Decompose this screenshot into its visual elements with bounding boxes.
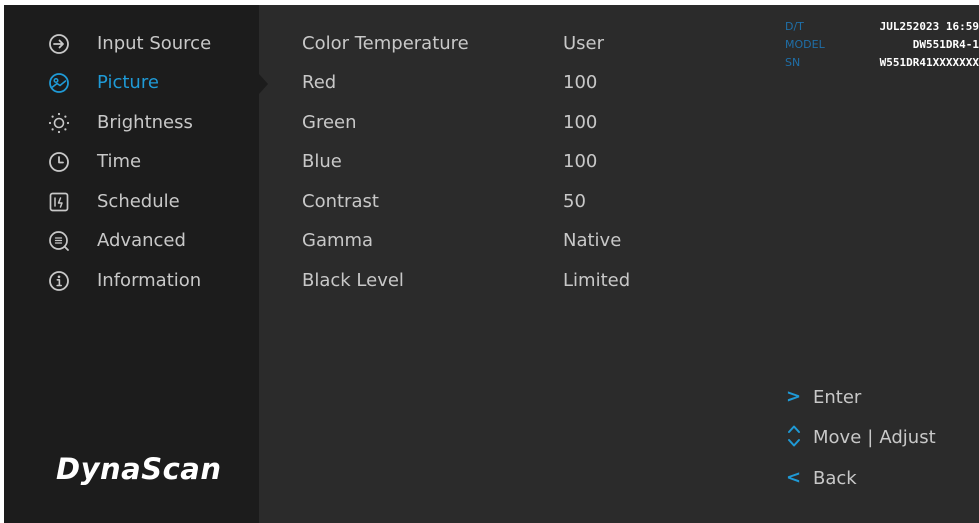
sidebar-item-information[interactable]: Information <box>4 263 259 299</box>
setting-label: Contrast <box>302 191 379 212</box>
setting-value: 100 <box>563 72 598 93</box>
setting-label: Green <box>302 112 357 133</box>
schedule-icon <box>48 191 70 213</box>
picture-icon <box>48 72 70 94</box>
device-info-panel: D/T JUL252023 16:59 MODEL DW551DR4-1 SN … <box>785 19 979 73</box>
sidebar-item-input-source[interactable]: Input Source <box>4 26 259 62</box>
clock-icon <box>48 151 70 173</box>
sidebar-item-label: Brightness <box>97 112 193 133</box>
setting-row-green[interactable]: Green 100 <box>259 105 759 141</box>
sidebar-item-schedule[interactable]: Schedule <box>4 184 259 220</box>
adjust-label: Adjust <box>879 427 936 448</box>
brightness-icon <box>48 112 70 134</box>
setting-row-color-temperature[interactable]: Color Temperature User <box>259 26 759 62</box>
info-row-model: MODEL DW551DR4-1 <box>785 37 979 55</box>
setting-value: Native <box>563 230 622 251</box>
move-adjust-label: Move | Adjust <box>813 426 936 450</box>
setting-row-gamma[interactable]: Gamma Native <box>259 223 759 259</box>
sidebar-item-label: Picture <box>97 72 159 93</box>
setting-label: Black Level <box>302 270 404 291</box>
setting-row-red[interactable]: Red 100 <box>259 65 759 101</box>
serial-label: SN <box>785 56 801 69</box>
setting-value: Limited <box>563 270 631 291</box>
up-down-arrows-icon <box>786 423 802 447</box>
setting-label: Red <box>302 72 337 93</box>
sidebar-item-label: Information <box>97 270 202 291</box>
setting-label: Gamma <box>302 230 374 251</box>
model-label: MODEL <box>785 38 825 51</box>
back-label: Back <box>813 468 857 489</box>
brand-logo: DynaScan <box>56 452 222 486</box>
setting-value: 50 <box>563 191 586 212</box>
info-row-datetime: D/T JUL252023 16:59 <box>785 19 979 37</box>
osd-menu: Input Source Picture Brightness Time Sch… <box>4 5 979 523</box>
sidebar-item-time[interactable]: Time <box>4 144 259 180</box>
serial-value: W551DR41XXXXXXX <box>879 56 979 69</box>
chevron-right-icon: > <box>786 386 802 407</box>
setting-label: Blue <box>302 151 342 172</box>
setting-value: 100 <box>563 112 598 133</box>
input-source-icon <box>48 33 70 55</box>
setting-row-contrast[interactable]: Contrast 50 <box>259 184 759 220</box>
setting-row-black-level[interactable]: Black Level Limited <box>259 263 759 299</box>
datetime-label: D/T <box>785 20 804 33</box>
setting-value: User <box>563 33 605 54</box>
separator: | <box>867 427 874 448</box>
sidebar-item-picture[interactable]: Picture <box>4 65 259 101</box>
info-row-serial: SN W551DR41XXXXXXX <box>785 55 979 73</box>
advanced-icon <box>48 230 70 252</box>
info-icon <box>48 270 70 292</box>
setting-label: Color Temperature <box>302 33 469 54</box>
sidebar-item-label: Input Source <box>97 33 212 54</box>
model-value: DW551DR4-1 <box>912 38 979 51</box>
enter-label: Enter <box>813 387 862 408</box>
sidebar-item-advanced[interactable]: Advanced <box>4 223 259 259</box>
sidebar-item-label: Advanced <box>97 230 186 251</box>
chevron-left-icon: < <box>786 467 802 488</box>
sidebar-item-label: Time <box>97 151 142 172</box>
setting-value: 100 <box>563 151 598 172</box>
datetime-value: JUL252023 16:59 <box>879 20 979 33</box>
setting-row-blue[interactable]: Blue 100 <box>259 144 759 180</box>
sidebar-item-brightness[interactable]: Brightness <box>4 105 259 141</box>
sidebar-item-label: Schedule <box>97 191 180 212</box>
move-label: Move <box>813 427 862 448</box>
sidebar: Input Source Picture Brightness Time Sch… <box>4 5 259 523</box>
